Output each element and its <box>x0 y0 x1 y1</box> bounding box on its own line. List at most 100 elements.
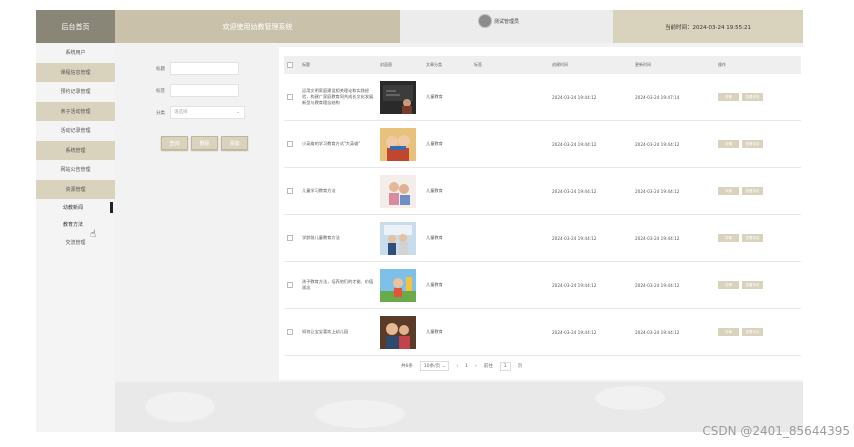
current-time: 当前时间：2024-03-24 19:55:21 <box>613 10 803 43</box>
pager-prev[interactable]: ‹ <box>456 364 458 369</box>
row-actions: 详情 查看评论 <box>715 261 801 309</box>
view-comments-button[interactable]: 查看评论 <box>742 187 763 195</box>
row-updated: 2024-03-24 19:44:12 <box>632 261 715 309</box>
sidebar-item-activity-records[interactable]: 活动记录管理 <box>36 121 115 141</box>
row-actions: 详情 查看评论 <box>715 120 801 168</box>
col-updated[interactable]: 更新时间 <box>632 56 715 74</box>
col-tag: 标签 <box>471 56 549 74</box>
pager-goto-input[interactable]: 1 <box>499 361 511 371</box>
col-category[interactable]: 文章分类 <box>423 56 471 74</box>
view-comments-button[interactable]: 查看评论 <box>742 93 763 101</box>
select-all-cell[interactable] <box>284 56 299 74</box>
row-select-cell[interactable] <box>284 214 299 262</box>
sidebar-item-system[interactable]: 系统管理 <box>36 140 115 160</box>
decor-bubble <box>315 400 405 428</box>
row-cover <box>377 214 423 262</box>
table-row: 孩子教育方法，培养他们的才能、价值观念 儿童教育 2024-03-24 19:44:… <box>284 261 801 309</box>
detail-button[interactable]: 详情 <box>718 281 739 289</box>
pager-page-suffix: 页 <box>517 364 523 369</box>
sidebar-item-courses[interactable]: 课程信息管理 <box>36 62 115 82</box>
row-checkbox[interactable] <box>287 93 293 100</box>
category-filter-label: 分类 <box>156 111 165 116</box>
chevron-down-icon: ⌄ <box>236 110 240 115</box>
row-title: 运用文明家庭建设相关理论和实践经验，构建广家庭教育同共成长文化发展新型与教育理念… <box>299 74 377 121</box>
row-category: 儿童教育 <box>423 308 471 356</box>
row-checkbox[interactable] <box>287 281 293 288</box>
row-select-cell[interactable] <box>284 308 299 356</box>
row-created: 2024-03-24 19:44:12 <box>549 74 632 121</box>
footer-decoration <box>115 382 803 432</box>
pager-page-1[interactable]: 1 <box>465 364 468 369</box>
view-comments-button[interactable]: 查看评论 <box>742 281 763 289</box>
cover-image <box>380 80 420 114</box>
row-category: 儿童教育 <box>423 214 471 262</box>
sidebar-item-activities[interactable]: 亲子活动管理 <box>36 101 115 121</box>
detail-button[interactable]: 详情 <box>718 187 739 195</box>
brand-home-link[interactable]: 后台首页 <box>36 10 115 43</box>
pager-size-select[interactable]: 10条/页 ⌄ <box>419 361 450 371</box>
view-comments-button[interactable]: 查看评论 <box>742 234 763 242</box>
row-category: 儿童教育 <box>423 74 471 121</box>
category-select-placeholder: 请选择 <box>174 110 188 115</box>
main-content: 标题 标签 分类 请选择 ⌄ 查询 删除 添加 标题 封面图 文章分类 标签 创… <box>119 47 803 380</box>
select-all-checkbox[interactable] <box>287 61 293 68</box>
col-cover: 封面图 <box>377 56 423 74</box>
row-updated: 2024-03-24 19:44:12 <box>632 214 715 262</box>
title-filter-input[interactable] <box>170 62 239 75</box>
sidebar-subitem-methods[interactable]: 教育方法 <box>36 216 115 233</box>
row-select-cell[interactable] <box>284 74 299 121</box>
col-actions: 操作 <box>715 56 801 74</box>
row-created: 2024-03-24 19:44:12 <box>549 120 632 168</box>
row-select-cell[interactable] <box>284 261 299 309</box>
sidebar-item-communication[interactable]: 交流管理 <box>36 233 115 253</box>
table-row: 学龄前儿童教育方法 儿童教育 2024-03-24 19:44:12 2024-03-… <box>284 214 801 262</box>
row-cover <box>377 308 423 356</box>
pager-next[interactable]: › <box>475 364 477 369</box>
col-title[interactable]: 标题 <box>299 56 377 74</box>
table-header-row: 标题 封面图 文章分类 标签 创建时间 更新时间 操作 <box>284 56 801 74</box>
row-title: 如何让宝宝喜欢上幼儿园 <box>299 308 377 356</box>
news-table: 标题 封面图 文章分类 标签 创建时间 更新时间 操作 运用文明家庭建设相关理论… <box>284 56 801 356</box>
pager-total: 共6条 <box>401 364 413 369</box>
row-checkbox[interactable] <box>287 328 293 335</box>
avatar[interactable] <box>478 14 492 28</box>
add-button[interactable]: 添加 <box>221 136 248 150</box>
category-select[interactable]: 请选择 ⌄ <box>170 106 245 119</box>
pager-goto-label: 前往 <box>483 364 493 369</box>
cover-image <box>380 268 420 302</box>
row-updated: 2024-03-24 19:44:12 <box>632 167 715 215</box>
detail-button[interactable]: 详情 <box>718 234 739 242</box>
view-comments-button[interactable]: 查看评论 <box>742 328 763 336</box>
sidebar-subitem-news[interactable]: 幼教新闻 <box>36 199 115 216</box>
col-created[interactable]: 创建时间 <box>549 56 632 74</box>
row-title: 学龄前儿童教育方法 <box>299 214 377 262</box>
detail-button[interactable]: 详情 <box>718 93 739 101</box>
sidebar-item-announcements[interactable]: 网站公告管理 <box>36 160 115 180</box>
detail-button[interactable]: 详情 <box>718 328 739 336</box>
view-comments-button[interactable]: 查看评论 <box>742 140 763 148</box>
tag-filter-input[interactable] <box>170 84 239 97</box>
row-created: 2024-03-24 19:44:12 <box>549 261 632 309</box>
sidebar-item-resources[interactable]: 资源管理 <box>36 179 115 199</box>
detail-button[interactable]: 详情 <box>718 140 739 148</box>
table-row: 小英雄的学习教育方式"大英雄" 儿童教育 2024-03-24 19:44:12 20… <box>284 120 801 168</box>
delete-button[interactable]: 删除 <box>191 136 218 150</box>
decor-bubble <box>145 392 215 422</box>
row-checkbox[interactable] <box>287 140 293 147</box>
row-select-cell[interactable] <box>284 120 299 168</box>
row-updated: 2024-03-24 19:47:14 <box>632 74 715 121</box>
row-created: 2024-03-24 19:44:12 <box>549 167 632 215</box>
query-button[interactable]: 查询 <box>161 136 188 150</box>
row-checkbox[interactable] <box>287 234 293 241</box>
row-checkbox[interactable] <box>287 187 293 194</box>
tag-filter-label: 标签 <box>156 89 165 94</box>
row-tag <box>471 120 549 168</box>
row-actions: 详情 查看评论 <box>715 74 801 121</box>
sidebar-item-reservations[interactable]: 预约记录管理 <box>36 82 115 102</box>
user-panel[interactable]: 测试管理员 <box>400 10 613 43</box>
sidebar: 系统用户 课程信息管理 预约记录管理 亲子活动管理 活动记录管理 系统管理 网站… <box>36 43 115 432</box>
row-tag <box>471 261 549 309</box>
sidebar-item-users[interactable]: 系统用户 <box>36 43 115 63</box>
row-cover <box>377 74 423 121</box>
row-select-cell[interactable] <box>284 167 299 215</box>
